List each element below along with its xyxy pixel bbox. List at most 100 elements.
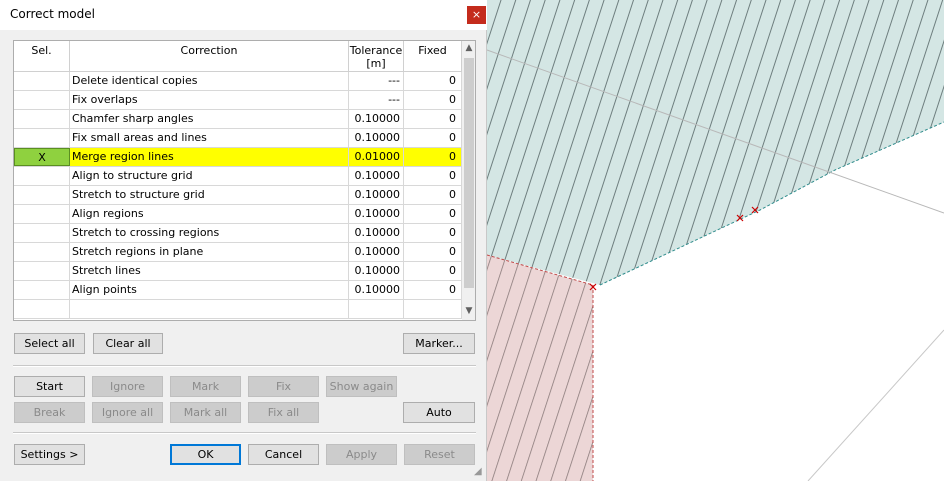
fix-all-button[interactable]: Fix all bbox=[248, 402, 319, 423]
fix-button[interactable]: Fix bbox=[248, 376, 319, 397]
region-pink bbox=[487, 255, 593, 481]
row-select-cell[interactable]: X bbox=[14, 148, 70, 166]
row-select-cell[interactable] bbox=[14, 91, 70, 109]
tolerance-cell[interactable]: 0.10000 bbox=[349, 186, 404, 204]
correct-model-dialog: Correct model × Sel. Correction Toleranc… bbox=[0, 0, 487, 481]
title-bar: Correct model × bbox=[0, 0, 487, 30]
show-again-button[interactable]: Show again bbox=[326, 376, 397, 397]
auto-button[interactable]: Auto bbox=[403, 402, 475, 423]
separator bbox=[13, 432, 476, 434]
tolerance-cell[interactable] bbox=[349, 300, 404, 318]
table-row[interactable]: Align points 0.10000 0 bbox=[14, 281, 462, 300]
correction-name-cell: Stretch lines bbox=[70, 262, 349, 280]
correction-name-cell: Fix overlaps bbox=[70, 91, 349, 109]
tolerance-cell[interactable]: 0.10000 bbox=[349, 205, 404, 223]
table-row[interactable]: Delete identical copies --- 0 bbox=[14, 72, 462, 91]
row-select-cell[interactable] bbox=[14, 72, 70, 90]
row-select-cell[interactable] bbox=[14, 129, 70, 147]
grid-scrollbar[interactable]: ▲ ▼ bbox=[462, 41, 475, 320]
correction-name-cell: Fix small areas and lines bbox=[70, 129, 349, 147]
clear-all-button[interactable]: Clear all bbox=[93, 333, 163, 354]
correction-name-cell: Delete identical copies bbox=[70, 72, 349, 90]
settings-button[interactable]: Settings > bbox=[14, 444, 85, 465]
tolerance-cell[interactable]: --- bbox=[349, 72, 404, 90]
row-select-cell[interactable] bbox=[14, 300, 70, 318]
tolerance-cell[interactable]: 0.10000 bbox=[349, 110, 404, 128]
table-row[interactable]: Stretch to crossing regions 0.10000 0 bbox=[14, 224, 462, 243]
tolerance-cell[interactable]: 0.10000 bbox=[349, 281, 404, 299]
corrections-grid: Sel. Correction Tolerance [m] Fixed Dele… bbox=[13, 40, 476, 321]
correction-name-cell: Stretch regions in plane bbox=[70, 243, 349, 261]
column-header-tolerance[interactable]: Tolerance [m] bbox=[349, 41, 404, 72]
fixed-count-cell: 0 bbox=[404, 110, 462, 128]
fixed-count-cell: 0 bbox=[404, 129, 462, 147]
fixed-count-cell: 0 bbox=[404, 72, 462, 90]
correction-name-cell bbox=[70, 300, 349, 318]
row-select-cell[interactable] bbox=[14, 167, 70, 185]
tolerance-cell[interactable]: 0.10000 bbox=[349, 262, 404, 280]
correction-name-cell: Stretch to crossing regions bbox=[70, 224, 349, 242]
region-teal bbox=[487, 0, 944, 285]
resize-grip-icon[interactable]: ◢ bbox=[474, 466, 486, 478]
fixed-count-cell: 0 bbox=[404, 186, 462, 204]
table-row[interactable]: X Merge region lines 0.01000 0 bbox=[14, 148, 462, 167]
marker-button[interactable]: Marker... bbox=[403, 333, 475, 354]
separator bbox=[13, 365, 476, 367]
column-header-fixed[interactable]: Fixed bbox=[404, 41, 462, 72]
table-row[interactable]: Fix small areas and lines 0.10000 0 bbox=[14, 129, 462, 148]
scroll-up-icon[interactable]: ▲ bbox=[462, 41, 475, 56]
ignore-button[interactable]: Ignore bbox=[92, 376, 163, 397]
table-row[interactable]: Stretch lines 0.10000 0 bbox=[14, 262, 462, 281]
cancel-button[interactable]: Cancel bbox=[248, 444, 319, 465]
tolerance-cell[interactable]: 0.10000 bbox=[349, 243, 404, 261]
fixed-count-cell: 0 bbox=[404, 167, 462, 185]
correction-name-cell: Align points bbox=[70, 281, 349, 299]
fixed-count-cell: 0 bbox=[404, 281, 462, 299]
row-select-cell[interactable] bbox=[14, 281, 70, 299]
ignore-all-button[interactable]: Ignore all bbox=[92, 402, 163, 423]
apply-button[interactable]: Apply bbox=[326, 444, 397, 465]
fixed-count-cell bbox=[404, 300, 462, 318]
fixed-count-cell: 0 bbox=[404, 224, 462, 242]
close-icon[interactable]: × bbox=[467, 6, 486, 24]
table-row[interactable]: Chamfer sharp angles 0.10000 0 bbox=[14, 110, 462, 129]
tolerance-cell[interactable]: 0.10000 bbox=[349, 167, 404, 185]
fixed-count-cell: 0 bbox=[404, 91, 462, 109]
correction-name-cell: Chamfer sharp angles bbox=[70, 110, 349, 128]
fixed-count-cell: 0 bbox=[404, 148, 462, 166]
row-select-cell[interactable] bbox=[14, 262, 70, 280]
table-row[interactable]: Stretch to structure grid 0.10000 0 bbox=[14, 186, 462, 205]
select-all-button[interactable]: Select all bbox=[14, 333, 85, 354]
column-header-sel[interactable]: Sel. bbox=[14, 41, 70, 72]
table-row[interactable]: Stretch regions in plane 0.10000 0 bbox=[14, 243, 462, 262]
table-row[interactable]: Align regions 0.10000 0 bbox=[14, 205, 462, 224]
mark-all-button[interactable]: Mark all bbox=[170, 402, 241, 423]
dialog-title: Correct model bbox=[10, 7, 95, 21]
table-row[interactable] bbox=[14, 300, 462, 319]
reset-button[interactable]: Reset bbox=[404, 444, 475, 465]
row-select-cell[interactable] bbox=[14, 224, 70, 242]
fixed-count-cell: 0 bbox=[404, 262, 462, 280]
correction-name-cell: Align to structure grid bbox=[70, 167, 349, 185]
tolerance-cell[interactable]: --- bbox=[349, 91, 404, 109]
correction-name-cell: Align regions bbox=[70, 205, 349, 223]
fixed-count-cell: 0 bbox=[404, 205, 462, 223]
break-button[interactable]: Break bbox=[14, 402, 85, 423]
row-select-cell[interactable] bbox=[14, 110, 70, 128]
row-select-cell[interactable] bbox=[14, 243, 70, 261]
table-row[interactable]: Fix overlaps --- 0 bbox=[14, 91, 462, 110]
table-row[interactable]: Align to structure grid 0.10000 0 bbox=[14, 167, 462, 186]
start-button[interactable]: Start bbox=[14, 376, 85, 397]
tolerance-cell[interactable]: 0.01000 bbox=[349, 148, 404, 166]
correction-name-cell: Merge region lines bbox=[70, 148, 349, 166]
mark-button[interactable]: Mark bbox=[170, 376, 241, 397]
tolerance-cell[interactable]: 0.10000 bbox=[349, 129, 404, 147]
scroll-down-icon[interactable]: ▼ bbox=[462, 304, 475, 319]
correction-name-cell: Stretch to structure grid bbox=[70, 186, 349, 204]
scroll-thumb[interactable] bbox=[464, 58, 474, 288]
ok-button[interactable]: OK bbox=[170, 444, 241, 465]
row-select-cell[interactable] bbox=[14, 205, 70, 223]
row-select-cell[interactable] bbox=[14, 186, 70, 204]
column-header-correction[interactable]: Correction bbox=[70, 41, 349, 72]
tolerance-cell[interactable]: 0.10000 bbox=[349, 224, 404, 242]
